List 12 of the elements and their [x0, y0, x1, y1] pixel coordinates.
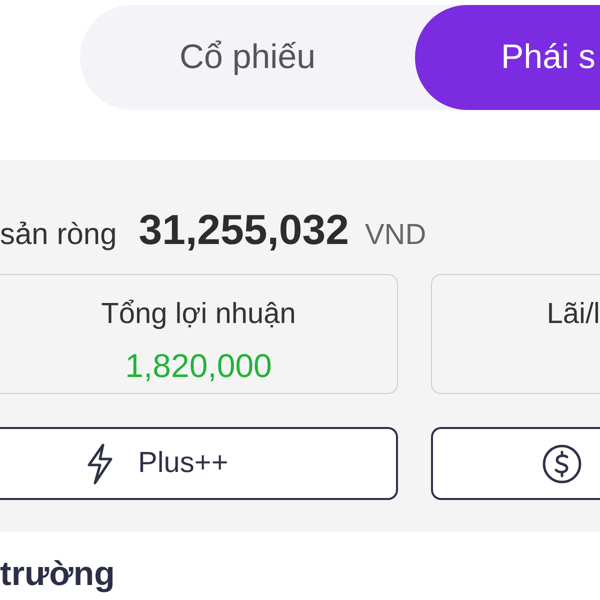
stat-value: 1,820,000 [125, 346, 272, 386]
dollar-circle-icon [541, 442, 583, 484]
net-worth-label: sản ròng [0, 217, 117, 253]
section-title: trường [0, 554, 116, 594]
tab[interactable]: Cổ phiếu [80, 5, 415, 110]
net-worth-value: 31,255,032 [138, 205, 349, 255]
stat-label: Tổng lợi nhuận [101, 297, 296, 332]
payment-button[interactable] [431, 427, 600, 500]
stat-label: Lãi/l [546, 297, 600, 332]
tab[interactable]: Phái s [415, 5, 600, 110]
plus-button[interactable]: Plus++ [0, 427, 398, 500]
currency-label: VND [364, 218, 426, 253]
